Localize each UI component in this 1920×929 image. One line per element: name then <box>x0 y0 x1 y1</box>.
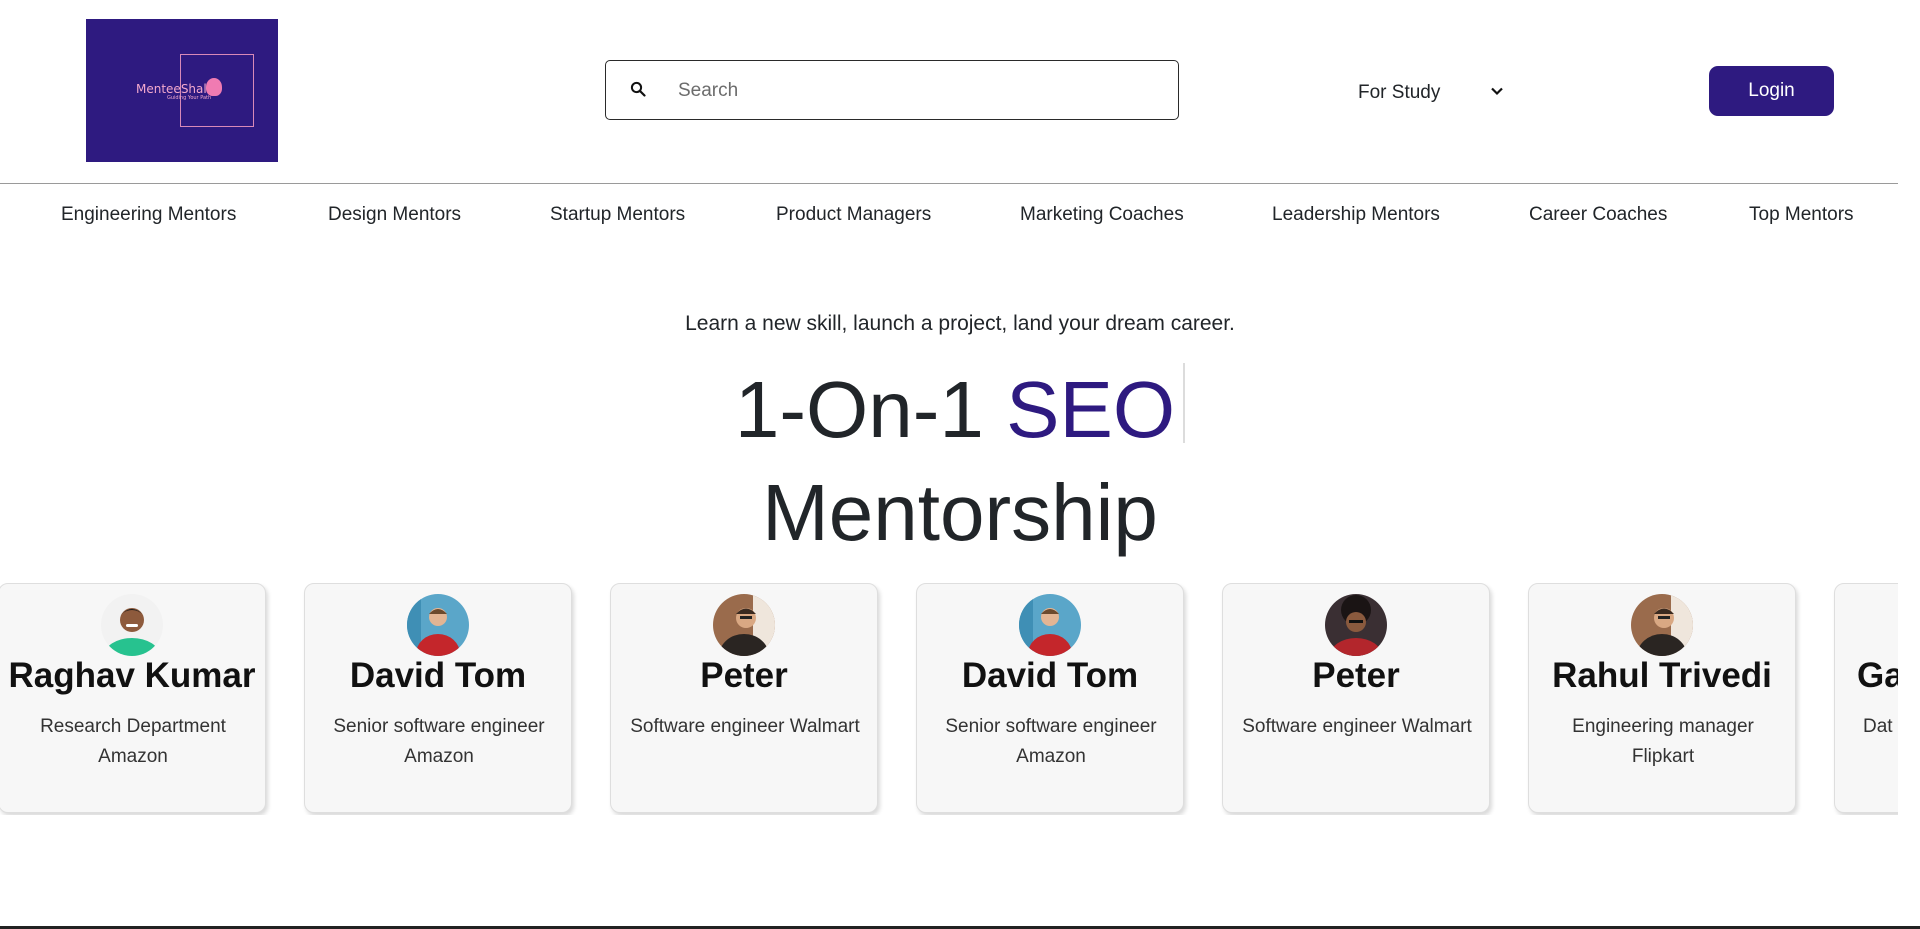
mentor-name: David Tom <box>349 656 527 695</box>
mentor-role: Software engineer Walmart <box>630 716 860 737</box>
mentor-role: Research Department Amazon <box>40 716 226 767</box>
mentor-name: Rahul Trivedi <box>1552 656 1772 695</box>
mentor-name: Ga <box>1857 656 1898 695</box>
mentor-role: Senior software engineer Amazon <box>945 716 1157 767</box>
mentor-card[interactable]: David Tom Senior software engineer Amazo… <box>304 583 572 813</box>
study-select-value: For Study <box>1358 82 1441 103</box>
category-leadership-mentors[interactable]: Leadership Mentors <box>1272 204 1440 226</box>
category-marketing-coaches[interactable]: Marketing Coaches <box>1020 204 1184 226</box>
hero-tagline: Learn a new skill, launch a project, lan… <box>685 312 1235 335</box>
logo-tagline: Guiding Your Path <box>167 95 212 101</box>
hero-headline-suffix: Mentorship <box>762 468 1158 557</box>
logo[interactable]: MenteeShala Guiding Your Path <box>86 19 278 162</box>
mentor-card[interactable]: Rahul Trivedi Engineering manager Flipka… <box>1528 583 1796 813</box>
mentor-name: Peter <box>700 656 788 695</box>
mentor-carousel: Raghav Kumar Research Department Amazon … <box>0 583 1898 815</box>
search-input[interactable] <box>676 73 1160 109</box>
category-product-managers[interactable]: Product Managers <box>776 204 931 226</box>
category-engineering-mentors[interactable]: Engineering Mentors <box>61 204 236 226</box>
page: MenteeShala Guiding Your Path For Study … <box>0 0 1920 929</box>
category-startup-mentors[interactable]: Startup Mentors <box>550 204 685 226</box>
category-career-coaches[interactable]: Career Coaches <box>1529 204 1667 226</box>
typing-cursor <box>1183 363 1186 443</box>
mentor-avatar <box>1019 594 1081 656</box>
mentor-card[interactable]: Ga Dat <box>1834 583 1898 813</box>
mentor-avatar <box>407 594 469 656</box>
category-nav: Engineering Mentors Design Mentors Start… <box>0 204 1898 236</box>
search-icon <box>630 81 646 97</box>
mentor-card[interactable]: Peter Software engineer Walmart <box>1222 583 1490 813</box>
mentor-avatar <box>101 594 163 656</box>
mentor-card[interactable]: David Tom Senior software engineer Amazo… <box>916 583 1184 813</box>
mentor-role: Software engineer Walmart <box>1242 716 1472 737</box>
mentor-name: Peter <box>1312 656 1400 695</box>
mentor-name: Raghav Kumar <box>8 656 256 695</box>
mentor-avatar <box>1325 594 1387 656</box>
category-design-mentors[interactable]: Design Mentors <box>328 204 461 226</box>
logo-head-icon <box>206 78 222 96</box>
search-box[interactable] <box>605 60 1179 120</box>
chevron-down-icon <box>1491 87 1503 96</box>
mentor-name: David Tom <box>961 656 1139 695</box>
mentor-card[interactable]: Raghav Kumar Research Department Amazon <box>0 583 266 813</box>
hero-headline: 1-On-1 SEO <box>0 360 1920 460</box>
mentor-role: Engineering manager Flipkart <box>1572 716 1754 767</box>
login-button[interactable]: Login <box>1709 66 1834 116</box>
mentor-role: Senior software engineer Amazon <box>333 716 545 767</box>
hero-headline-keyword: SEO <box>1006 365 1176 454</box>
hero-headline-prefix: 1-On-1 <box>734 365 984 454</box>
mentor-role: Dat <box>1863 716 1893 737</box>
study-select[interactable]: For Study <box>1358 78 1508 108</box>
category-top-mentors[interactable]: Top Mentors <box>1749 204 1854 226</box>
mentor-avatar <box>713 594 775 656</box>
header: MenteeShala Guiding Your Path For Study … <box>0 0 1898 184</box>
mentor-avatar <box>1631 594 1693 656</box>
logo-brand-text: MenteeShala <box>136 82 215 96</box>
mentor-card[interactable]: Peter Software engineer Walmart <box>610 583 878 813</box>
